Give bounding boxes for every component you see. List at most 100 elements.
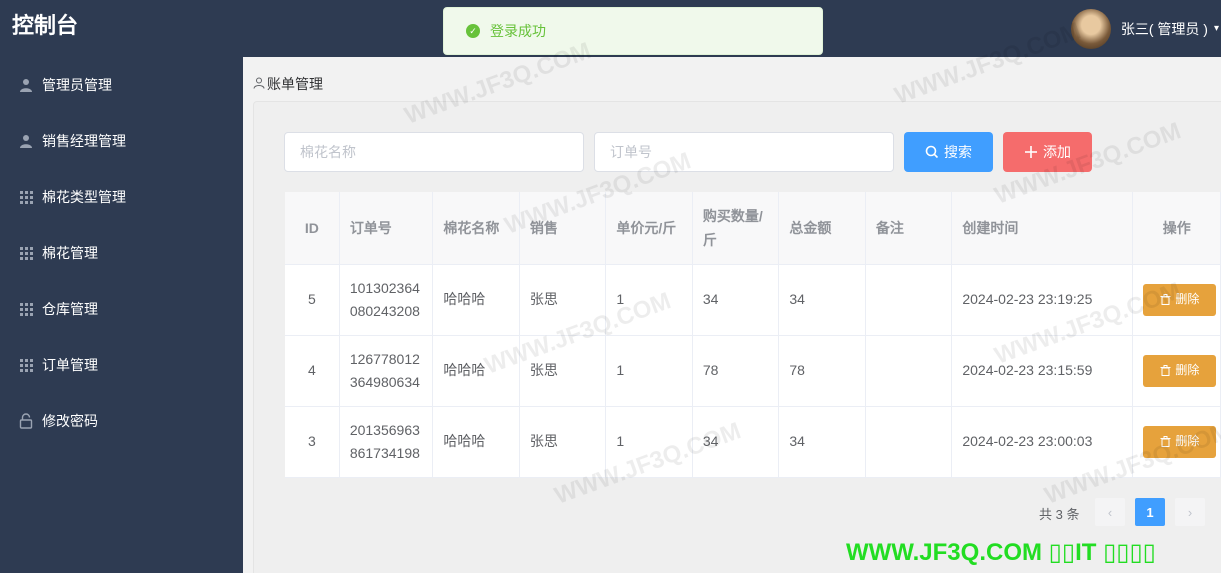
search-button-label: 搜索 <box>944 144 972 160</box>
grid-icon <box>18 189 34 205</box>
trash-icon <box>1160 436 1171 447</box>
trash-icon <box>1160 365 1171 376</box>
col-header-remark: 备注 <box>865 192 953 265</box>
next-page-button[interactable]: › <box>1175 498 1205 526</box>
user-menu[interactable]: 张三( 管理员 ) ▾ <box>1070 0 1221 57</box>
sidebar-item-change-password[interactable]: 修改密码 <box>0 393 243 449</box>
lock-icon <box>18 413 34 429</box>
user-outline-icon <box>253 77 265 92</box>
user-name[interactable]: 张三( 管理员 ) <box>1121 19 1208 39</box>
cell-order-no: 126778012364980634 <box>339 335 434 407</box>
grid-icon <box>18 357 34 373</box>
pagination-total: 共 3 条 <box>1039 507 1080 522</box>
sidebar-item-label: 订单管理 <box>42 357 98 373</box>
breadcrumb: 账单管理 <box>253 74 323 94</box>
cell-quantity: 34 <box>692 264 780 336</box>
sidebar-item-label: 棉花类型管理 <box>42 189 126 205</box>
cell-order-no: 201356963861734198 <box>339 406 434 478</box>
col-header-actions: 操作 <box>1132 192 1221 265</box>
caret-down-icon[interactable]: ▾ <box>1214 23 1219 34</box>
cell-created-time: 2024-02-23 23:15:59 <box>951 335 1134 407</box>
cell-created-time: 2024-02-23 23:00:03 <box>951 406 1134 478</box>
col-header-created-time: 创建时间 <box>951 192 1134 265</box>
cell-cotton-name: 哈哈哈 <box>432 264 520 336</box>
col-header-order-no: 订单号 <box>339 192 434 265</box>
cell-quantity: 78 <box>692 335 780 407</box>
col-header-quantity: 购买数量/斤 <box>692 192 780 265</box>
avatar[interactable] <box>1070 8 1111 49</box>
cell-cotton-name: 哈哈哈 <box>432 406 520 478</box>
cell-created-time: 2024-02-23 23:19:25 <box>951 264 1134 336</box>
sidebar: 管理员管理 销售经理管理 棉花类型管理 棉花管理 仓库管理 订单管理 修改密码 <box>0 57 243 573</box>
col-header-sales: 销售 <box>519 192 607 265</box>
table-row: 4 126778012364980634 哈哈哈 张思 1 78 78 2024… <box>285 335 1221 407</box>
cell-cotton-name: 哈哈哈 <box>432 335 520 407</box>
page-number-button[interactable]: 1 <box>1135 498 1165 526</box>
cell-id: 4 <box>285 335 340 407</box>
delete-button-label: 删除 <box>1175 363 1200 377</box>
cell-unit-price: 1 <box>605 406 693 478</box>
cell-id: 5 <box>285 264 340 336</box>
sidebar-item-admin[interactable]: 管理员管理 <box>0 57 243 113</box>
order-number-input[interactable] <box>594 132 894 172</box>
delete-button[interactable]: 删除 <box>1143 283 1217 316</box>
plus-icon <box>1025 146 1037 158</box>
cell-remark <box>865 335 953 407</box>
sidebar-item-label: 销售经理管理 <box>42 133 126 149</box>
add-button[interactable]: 添加 <box>1003 132 1092 172</box>
sidebar-item-sales-manager[interactable]: 销售经理管理 <box>0 113 243 169</box>
sidebar-item-cotton[interactable]: 棉花管理 <box>0 225 243 281</box>
watermark-corner: WWW.JF3Q.COM ▯▯IT ▯▯▯▯ <box>846 539 1156 566</box>
check-circle-icon: ✓ <box>466 24 480 38</box>
delete-button[interactable]: 删除 <box>1143 425 1217 458</box>
cell-actions: 删除 <box>1132 335 1221 407</box>
sidebar-item-label: 管理员管理 <box>42 77 112 93</box>
col-header-id: ID <box>285 192 340 265</box>
sidebar-item-label: 棉花管理 <box>42 245 98 261</box>
cell-quantity: 34 <box>692 406 780 478</box>
user-icon <box>18 77 34 93</box>
cell-order-no: 101302364080243208 <box>339 264 434 336</box>
sidebar-item-orders[interactable]: 订单管理 <box>0 337 243 393</box>
col-header-cotton-name: 棉花名称 <box>432 192 520 265</box>
cell-unit-price: 1 <box>605 264 693 336</box>
col-header-unit-price: 单价元/斤 <box>605 192 693 265</box>
sidebar-item-cotton-type[interactable]: 棉花类型管理 <box>0 169 243 225</box>
cell-sales: 张思 <box>519 264 607 336</box>
cell-sales: 张思 <box>519 335 607 407</box>
cell-remark <box>865 406 953 478</box>
breadcrumb-label: 账单管理 <box>267 76 323 92</box>
toast-message: 登录成功 <box>490 23 546 39</box>
table-row: 5 101302364080243208 哈哈哈 张思 1 34 34 2024… <box>285 264 1221 336</box>
success-toast: ✓ 登录成功 <box>443 7 823 55</box>
cotton-name-input[interactable] <box>284 132 584 172</box>
sidebar-item-label: 仓库管理 <box>42 301 98 317</box>
sidebar-item-warehouse[interactable]: 仓库管理 <box>0 281 243 337</box>
table-row: 3 201356963861734198 哈哈哈 张思 1 34 34 2024… <box>285 406 1221 478</box>
user-icon <box>18 133 34 149</box>
grid-icon <box>18 245 34 261</box>
cell-total: 78 <box>778 335 866 407</box>
trash-icon <box>1160 294 1171 305</box>
cell-total: 34 <box>778 406 866 478</box>
search-icon <box>925 145 939 159</box>
delete-button[interactable]: 删除 <box>1143 354 1217 387</box>
delete-button-label: 删除 <box>1175 292 1200 306</box>
col-header-total: 总金额 <box>778 192 866 265</box>
cell-total: 34 <box>778 264 866 336</box>
orders-table: ID 订单号 棉花名称 销售 单价元/斤 购买数量/斤 总金额 备注 创建时间 … <box>285 192 1221 478</box>
delete-button-label: 删除 <box>1175 434 1200 448</box>
cell-actions: 删除 <box>1132 264 1221 336</box>
cell-actions: 删除 <box>1132 406 1221 478</box>
grid-icon <box>18 301 34 317</box>
prev-page-button[interactable]: ‹ <box>1095 498 1125 526</box>
sidebar-item-label: 修改密码 <box>42 413 98 429</box>
cell-unit-price: 1 <box>605 335 693 407</box>
table-header-row: ID 订单号 棉花名称 销售 单价元/斤 购买数量/斤 总金额 备注 创建时间 … <box>285 192 1221 265</box>
search-button[interactable]: 搜索 <box>904 132 993 172</box>
cell-remark <box>865 264 953 336</box>
cell-id: 3 <box>285 406 340 478</box>
add-button-label: 添加 <box>1043 144 1071 160</box>
app-title: 控制台 <box>12 13 79 38</box>
cell-sales: 张思 <box>519 406 607 478</box>
